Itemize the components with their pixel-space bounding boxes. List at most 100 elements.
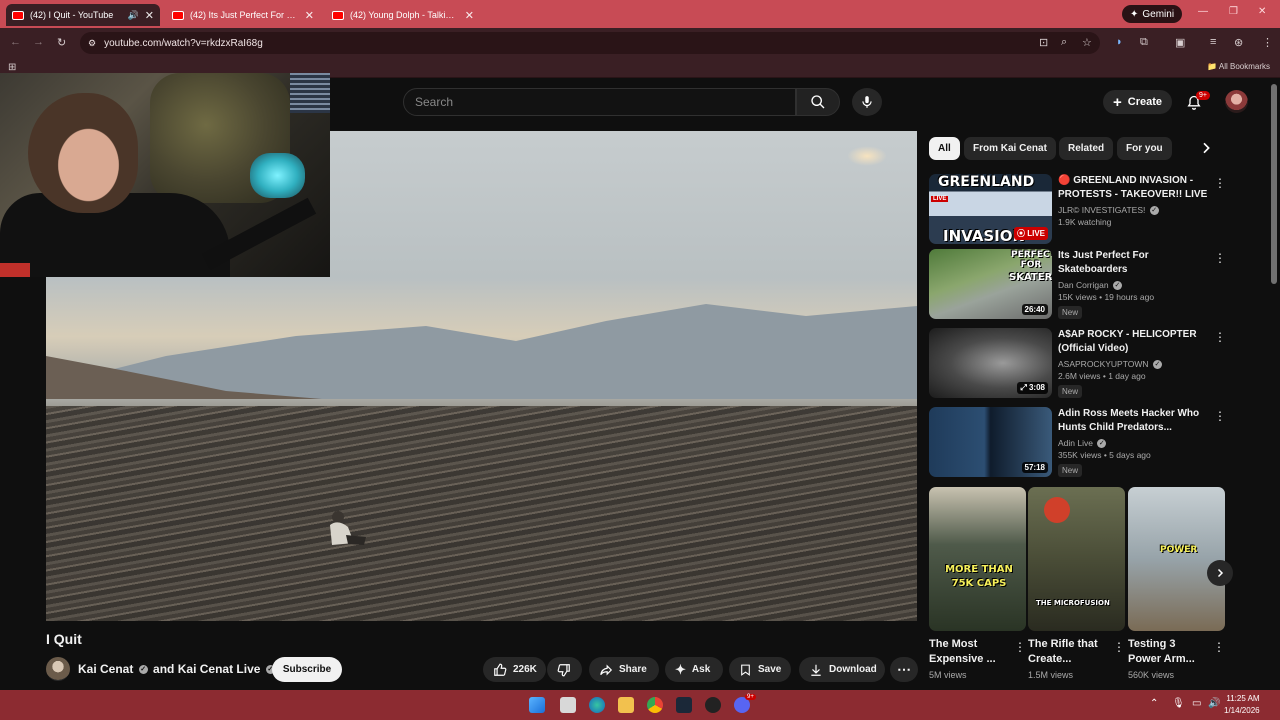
all-bookmarks[interactable]: 📁 All Bookmarks [1207,62,1270,71]
create-button[interactable]: + Create [1103,90,1173,114]
more-actions-button[interactable]: ⋯ [890,657,918,682]
search-button[interactable] [796,88,840,116]
chip-all[interactable]: All [929,137,960,160]
short-thumbnail[interactable]: POWER [1128,487,1225,631]
kebab-menu-icon[interactable]: ⋮ [1214,176,1226,190]
chip-related[interactable]: Related [1059,137,1114,160]
recommendation-item[interactable]: ⤢ 3:08 A$AP ROCKY - HELICOPTER (Official… [929,328,1229,400]
extensions-puzzle-icon[interactable]: ⧉ [1140,36,1148,49]
recommendation-channel[interactable]: JLR© INVESTIGATES! ✓ [1058,205,1208,216]
recommendation-item[interactable]: GREENLAND INVASION LIVE ⦿ LIVE 🔴 GREENLA… [929,174,1229,246]
channel-name[interactable]: Kai Cenat [78,662,133,676]
kebab-menu-icon[interactable]: ⋮ [1214,251,1226,265]
recommendation-channel[interactable]: ASAPROCKYUPTOWN ✓ [1058,359,1208,370]
download-label: Download [829,664,877,675]
windows-start-icon[interactable] [529,697,545,713]
search-input[interactable]: Search [403,88,796,116]
dislike-button[interactable] [547,657,582,682]
tray-overflow-icon[interactable]: ⌃ [1150,698,1158,709]
recommendation-info: Adin Ross Meets Hacker Who Hunts Child P… [1058,407,1208,478]
like-button[interactable]: 226K [483,657,546,682]
more-horizontal-icon: ⋯ [897,661,911,677]
short-thumbnail[interactable]: MORE THAN 75K CAPS [929,487,1026,631]
site-info-icon[interactable]: ⚙ [88,38,96,49]
recommendation-title[interactable]: 🔴 GREENLAND INVASION - PROTESTS - TAKEOV… [1058,174,1208,202]
forward-icon[interactable]: → [33,36,44,48]
share-button[interactable]: Share [589,657,659,682]
download-button[interactable]: Download [799,657,885,682]
steam-icon[interactable] [676,697,692,713]
recommendation-title[interactable]: A$AP ROCKY - HELICOPTER (Official Video) [1058,328,1208,356]
short-item[interactable]: POWER Testing 3 Power Arm... 560K views … [1128,487,1225,680]
close-tab-icon[interactable]: ✕ [465,9,474,22]
short-title[interactable]: Testing 3 Power Arm... [1128,637,1208,667]
thumbnail-live-tag: LIVE [931,196,949,202]
kebab-menu-icon[interactable]: ⋮ [1213,640,1225,654]
install-app-icon[interactable]: ⊡ [1039,36,1048,49]
short-item[interactable]: MORE THAN 75K CAPS The Most Expensive ..… [929,487,1026,680]
channel-avatar[interactable] [46,657,70,681]
volume-icon[interactable]: 🔊 [1208,698,1220,709]
maximize-icon[interactable]: ❐ [1229,6,1238,17]
task-view-icon[interactable] [560,697,576,713]
close-window-icon[interactable]: ✕ [1258,6,1266,17]
short-item[interactable]: THE MICROFUSION The Rifle that Create...… [1028,487,1125,680]
recommendation-channel[interactable]: Adin Live ✓ [1058,438,1208,449]
page-scrollbar[interactable] [1271,84,1277,284]
network-icon[interactable]: ▭ [1192,698,1201,709]
kebab-menu-icon[interactable]: ⋮ [1113,640,1125,654]
recommendation-item[interactable]: PERFECT FOR SKATERS 26:40 Its Just Perfe… [929,249,1229,321]
tab-young-dolph[interactable]: (42) Young Dolph - Talking To M ✕ [326,4,480,26]
tab-i-quit[interactable]: (42) I Quit - YouTube 🔊 ✕ [6,4,160,26]
obs-icon[interactable] [705,697,721,713]
reload-icon[interactable]: ↻ [57,36,66,49]
video-thumbnail[interactable]: ⤢ 3:08 [929,328,1052,398]
short-title[interactable]: The Rifle that Create... [1028,637,1108,667]
youtube-favicon-icon [172,10,184,20]
kebab-menu-icon[interactable]: ⋮ [1214,330,1226,344]
save-button[interactable]: Save [729,657,791,682]
bookmark-star-icon[interactable]: ☆ [1082,36,1092,49]
zoom-icon[interactable]: ⌕ [1061,36,1067,49]
video-thumbnail[interactable]: 57:18 [929,407,1052,477]
short-thumbnail[interactable]: THE MICROFUSION [1028,487,1125,631]
video-thumbnail[interactable]: GREENLAND INVASION LIVE ⦿ LIVE [929,174,1052,244]
address-bar[interactable]: ⚙ youtube.com/watch?v=rkdzxRaI68g [80,32,1100,54]
split-view-icon[interactable]: ▣ [1175,36,1185,49]
voice-search-button[interactable] [852,88,882,116]
edge-icon[interactable] [589,697,605,713]
recommendation-item[interactable]: 57:18 Adin Ross Meets Hacker Who Hunts C… [929,407,1229,479]
chip-from-kai-cenat[interactable]: From Kai Cenat [964,137,1056,160]
account-avatar[interactable] [1225,90,1248,113]
video-thumbnail[interactable]: PERFECT FOR SKATERS 26:40 [929,249,1052,319]
profile-icon[interactable]: ⊛ [1234,36,1243,49]
system-clock[interactable]: 11:25 AM 1/14/2026 [1224,693,1260,717]
microphone-tray-icon[interactable]: 🎙 [1172,698,1185,709]
channel-name-2[interactable]: Kai Cenat Live [178,662,261,676]
apps-grid-icon[interactable]: ⊞ [8,62,16,73]
recommendation-channel[interactable]: Dan Corrigan ✓ [1058,280,1208,291]
short-title[interactable]: The Most Expensive ... [929,637,1009,667]
reading-list-icon[interactable]: ≡ [1210,36,1216,48]
chip-for-you[interactable]: For you [1117,137,1172,160]
extension-icon[interactable]: ◗ [1116,36,1123,48]
chevron-right-icon[interactable] [1198,140,1214,156]
recommendation-title[interactable]: Its Just Perfect For Skateboarders [1058,249,1208,277]
recommendation-title[interactable]: Adin Ross Meets Hacker Who Hunts Child P… [1058,407,1208,435]
minimize-icon[interactable]: — [1198,6,1208,17]
close-tab-icon[interactable]: ✕ [145,9,154,22]
back-icon[interactable]: ← [10,36,21,48]
kebab-menu-icon[interactable]: ⋮ [1014,640,1026,654]
ask-button[interactable]: ✦ Ask [665,657,723,682]
channel-names[interactable]: Kai Cenat ✓ and Kai Cenat Live ✓ [78,662,277,676]
close-tab-icon[interactable]: ✕ [305,9,314,22]
tab-skateboarders[interactable]: (42) Its Just Perfect For Skateboa ✕ [166,4,320,26]
gemini-button[interactable]: ✦ Gemini [1122,5,1183,23]
menu-kebab-icon[interactable]: ⋮ [1262,36,1273,49]
subscribe-button[interactable]: Subscribe [272,657,342,682]
chrome-icon[interactable] [647,697,663,713]
shorts-next-button[interactable] [1207,560,1233,586]
kebab-menu-icon[interactable]: ⋮ [1214,409,1226,423]
thumbs-down-icon [557,663,570,676]
file-explorer-icon[interactable] [618,697,634,713]
